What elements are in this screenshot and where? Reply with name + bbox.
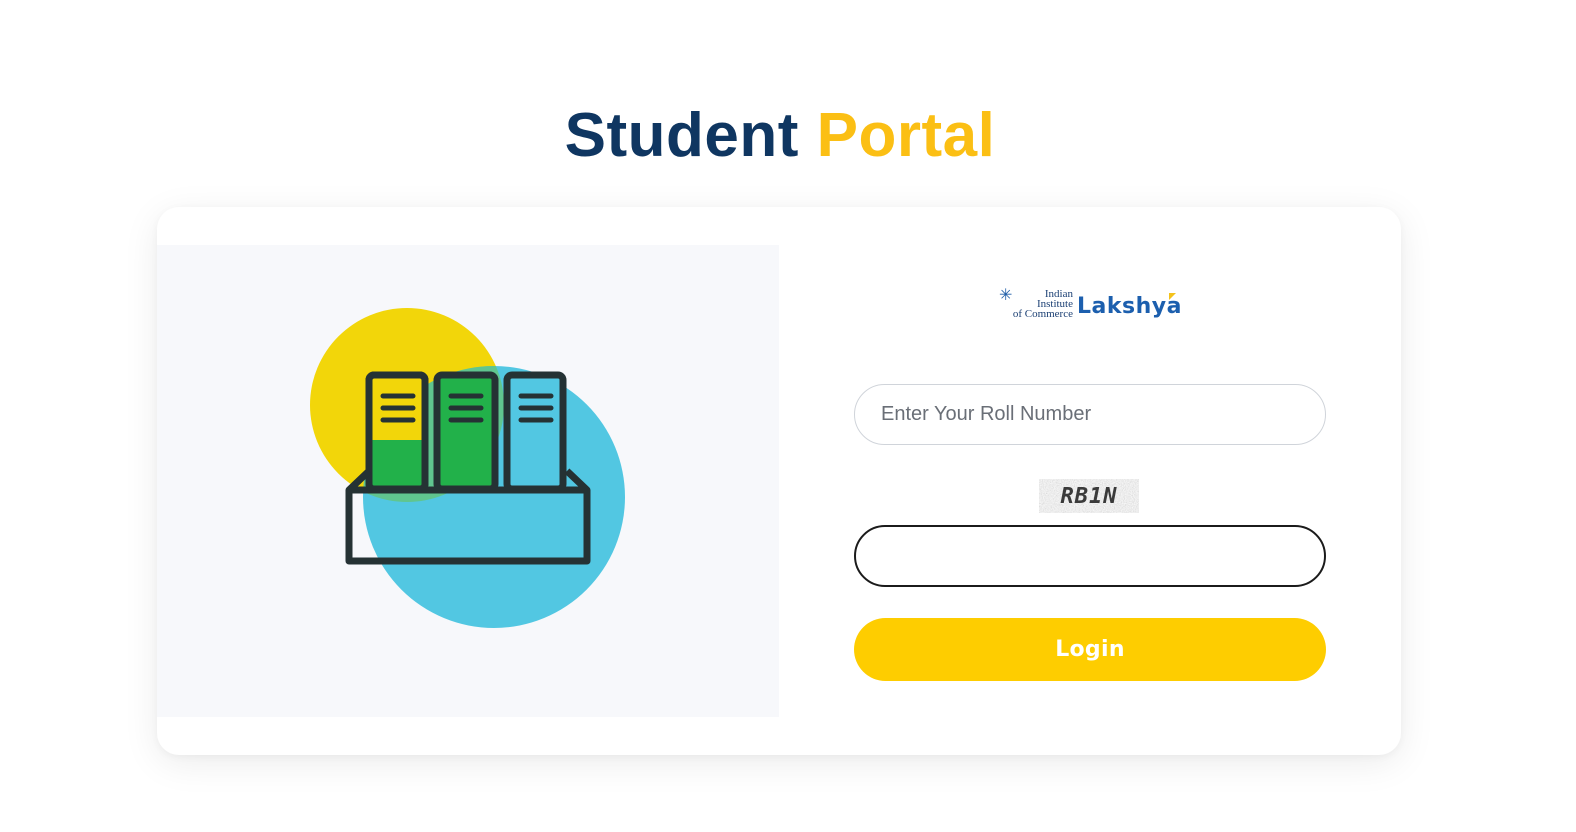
logo-brand: Lakshya <box>1077 294 1182 319</box>
login-button[interactable]: Login <box>854 618 1326 681</box>
captcha-input[interactable] <box>854 525 1326 587</box>
illustration-panel <box>157 245 779 717</box>
logo-flag-icon <box>1169 293 1176 300</box>
page-title: Student Portal <box>0 98 1560 174</box>
page-title-primary: Student <box>564 101 799 170</box>
login-card: ✳ Indian Institute of Commerce Lakshya R… <box>157 207 1401 755</box>
roll-number-input[interactable] <box>854 384 1326 445</box>
captcha-image: RB1N <box>1039 481 1139 511</box>
captcha-text: RB1N <box>1061 484 1118 509</box>
books-in-box-icon <box>310 308 625 628</box>
institute-logo: ✳ Indian Institute of Commerce Lakshya <box>999 287 1183 327</box>
logo-institute-name: Indian Institute of Commerce <box>1012 288 1073 320</box>
page-title-accent: Portal <box>816 101 996 170</box>
